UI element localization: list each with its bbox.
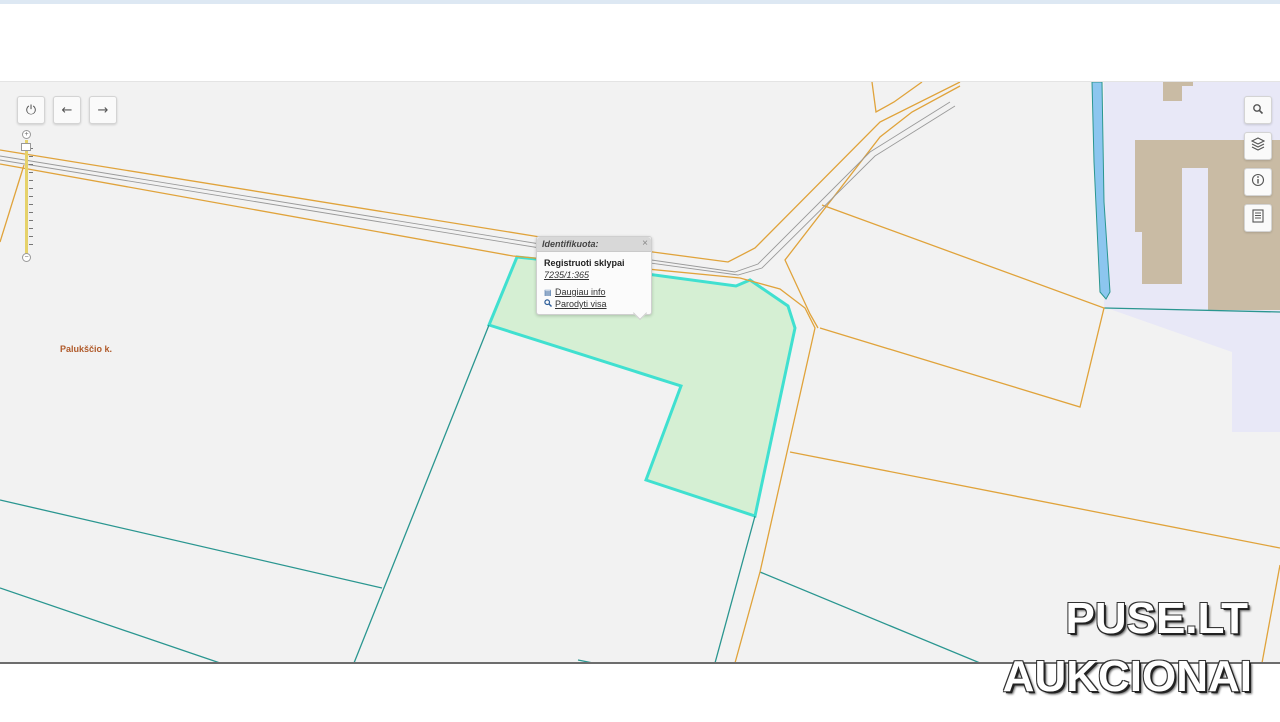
document-button[interactable] xyxy=(1244,204,1272,232)
forward-button[interactable]: → xyxy=(89,96,117,124)
layers-button[interactable] xyxy=(1244,132,1272,160)
back-arrow-icon: ← xyxy=(61,102,73,118)
power-icon: ⏻ xyxy=(25,102,37,118)
header-area xyxy=(0,4,1280,81)
watermark-line-1: PUSE.LT xyxy=(1065,594,1248,643)
popup-title: Registruoti sklypai xyxy=(544,258,625,268)
zoom-ticks xyxy=(29,148,33,252)
watermark-line-2: AUKCIONAI xyxy=(1002,652,1252,701)
map-layer xyxy=(0,82,1280,663)
zoom-out-button[interactable]: − xyxy=(22,253,31,262)
zoom-track[interactable] xyxy=(25,140,28,254)
info-button[interactable] xyxy=(1244,168,1272,196)
more-info-link[interactable]: ▤ Daugiau info xyxy=(544,287,606,297)
show-all-label: Parodyti visa xyxy=(555,299,607,309)
zoom-slider[interactable]: + − xyxy=(21,130,33,262)
forward-arrow-icon: → xyxy=(97,102,109,118)
magnifier-icon xyxy=(544,299,553,309)
show-all-link[interactable]: Parodyti visa xyxy=(544,299,607,309)
place-label: Palukščio k. xyxy=(60,344,113,354)
document-icon xyxy=(1252,209,1264,227)
info-icon xyxy=(1251,173,1265,191)
power-button[interactable]: ⏻ xyxy=(17,96,45,124)
zoom-in-button[interactable]: + xyxy=(22,130,31,139)
search-button[interactable] xyxy=(1244,96,1272,124)
map-canvas[interactable]: ⏻ ← → + − Palukščio k. Identifikuota: × … xyxy=(0,81,1280,663)
more-info-label: Daugiau info xyxy=(555,287,606,297)
search-icon xyxy=(1252,103,1264,118)
popup-header: Identifikuota: xyxy=(537,237,651,252)
back-button[interactable]: ← xyxy=(53,96,81,124)
document-small-icon: ▤ xyxy=(544,288,552,297)
parcel-id-link[interactable]: 7235/1:365 xyxy=(544,270,589,280)
close-icon[interactable]: × xyxy=(642,238,648,250)
layers-icon xyxy=(1250,137,1266,155)
identify-popup: Identifikuota: × Registruoti sklypai 723… xyxy=(536,236,652,321)
zoom-handle[interactable] xyxy=(21,143,31,151)
